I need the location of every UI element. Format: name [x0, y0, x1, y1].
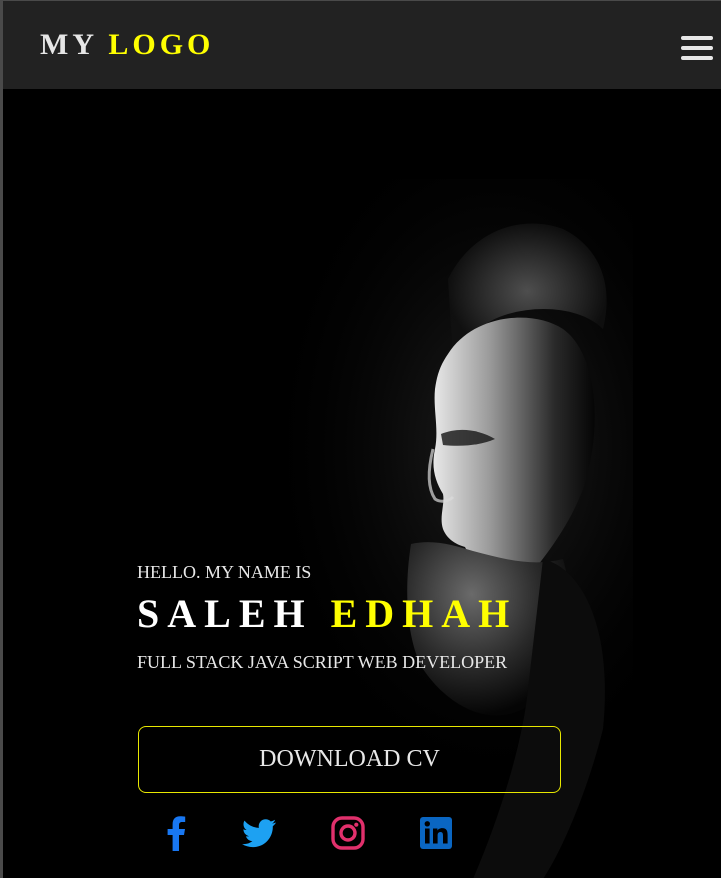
linkedin-icon: [420, 817, 452, 849]
hamburger-line: [681, 46, 713, 50]
hamburger-line: [681, 56, 713, 60]
logo[interactable]: MY LOGO: [40, 27, 214, 63]
app-frame: MY LOGO HELLO. MY NAME IS SALEH EDHAH FU…: [0, 0, 721, 878]
hamburger-menu-icon[interactable]: [681, 36, 713, 62]
navbar: MY LOGO: [3, 1, 721, 89]
twitter-icon: [242, 819, 276, 848]
instagram-link[interactable]: [328, 813, 368, 853]
role-subtitle: FULL STACK JAVA SCRIPT WEB DEVELOPER: [137, 652, 508, 672]
logo-text-accent: LOGO: [108, 28, 215, 61]
hero-last-name: EDHAH: [330, 591, 518, 636]
instagram-icon: [331, 816, 365, 850]
hamburger-line: [681, 36, 713, 40]
download-cv-button[interactable]: DOWNLOAD CV: [138, 726, 561, 793]
linkedin-link[interactable]: [416, 813, 456, 853]
logo-text-primary: MY: [40, 28, 97, 61]
hero-first-name: SALEH: [137, 591, 313, 636]
hero-section: HELLO. MY NAME IS SALEH EDHAH FULL STACK…: [3, 89, 721, 878]
hero-name: SALEH EDHAH: [137, 589, 517, 639]
twitter-link[interactable]: [239, 813, 279, 853]
greeting-text: HELLO. MY NAME IS: [137, 562, 312, 582]
facebook-icon: [167, 816, 186, 851]
facebook-link[interactable]: [156, 813, 196, 853]
